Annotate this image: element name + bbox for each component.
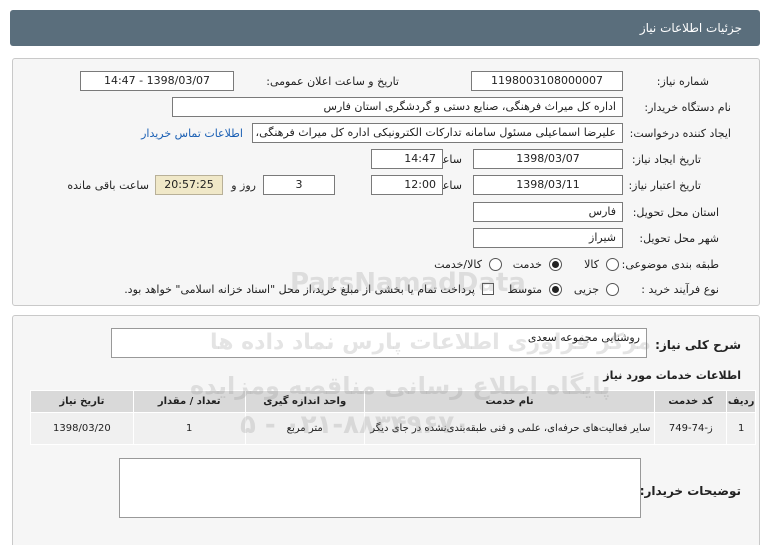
services-table: ردیف کد خدمت نام خدمت واحد اندازه گیری ت…	[30, 390, 756, 445]
need-number-field[interactable]: 1198003108000007	[471, 71, 623, 91]
city-field[interactable]: شیراز	[473, 228, 623, 248]
page-header: جزئیات اطلاعات نیاز	[10, 10, 760, 46]
summary-field[interactable]: روشنایی مجموعه سعدی	[111, 328, 647, 358]
buyer-notes-field[interactable]	[119, 458, 641, 518]
treasury-payment-note: پرداخت تمام یا بخشی از مبلغ خرید،از محل …	[124, 283, 475, 296]
category-goods-radio[interactable]	[606, 258, 619, 271]
table-row: 1 ز-74-749 سایر فعالیت‌های حرفه‌ای، علمی…	[30, 412, 756, 445]
category-goods-service-label: کالا/خدمت	[434, 258, 482, 271]
process-minor-radio[interactable]	[606, 283, 619, 296]
created-date-label: تاریخ ایجاد نیاز:	[631, 153, 701, 166]
buyer-notes-label: توضیحات خریدار:	[639, 484, 741, 498]
summary-label: شرح کلی نیاز:	[655, 338, 741, 352]
category-goods-label: کالا	[584, 258, 599, 271]
services-title: اطلاعات خدمات مورد نیاز	[603, 369, 741, 382]
col-row-header: ردیف	[726, 390, 756, 413]
days-remaining-field[interactable]: 3	[263, 175, 335, 195]
col-name-header: نام خدمت	[363, 390, 656, 413]
category-service-radio[interactable]	[549, 258, 562, 271]
validity-time-field[interactable]: 12:00	[371, 175, 443, 195]
cell-row: 1	[726, 412, 756, 445]
days-label: روز و	[231, 179, 256, 192]
cell-code: ز-74-749	[654, 412, 728, 445]
cell-name: سایر فعالیت‌های حرفه‌ای، علمی و فنی طبقه…	[363, 412, 656, 445]
col-date-header: تاریخ نیاز	[30, 390, 134, 413]
buyer-org-field[interactable]: اداره کل میراث فرهنگی، صنایع دستی و گردش…	[172, 97, 623, 117]
need-details-panel: شرح کلی نیاز: روشنایی مجموعه سعدی اطلاعا…	[12, 315, 760, 545]
city-label: شهر محل تحویل:	[639, 232, 719, 245]
created-date-field[interactable]: 1398/03/07	[473, 149, 623, 169]
cell-qty: 1	[132, 412, 246, 445]
announce-label: تاریخ و ساعت اعلان عمومی:	[266, 75, 399, 88]
category-goods-service-radio[interactable]	[489, 258, 502, 271]
buyer-org-label: نام دستگاه خریدار:	[644, 101, 731, 114]
cell-date: 1398/03/20	[30, 412, 134, 445]
need-info-panel: شماره نیاز: 1198003108000007 تاریخ و ساع…	[12, 58, 760, 306]
creator-field[interactable]: علیرضا اسماعیلی مسئول سامانه تدارکات الک…	[252, 123, 623, 143]
validity-label: تاریخ اعتبار نیاز:	[628, 179, 701, 192]
need-number-label: شماره نیاز:	[656, 75, 709, 88]
province-label: استان محل تحویل:	[632, 206, 719, 219]
cell-unit: متر مربع	[244, 412, 365, 445]
validity-date-field[interactable]: 1398/03/11	[473, 175, 623, 195]
category-service-label: خدمت	[512, 258, 542, 271]
page-title: جزئیات اطلاعات نیاز	[639, 21, 742, 35]
process-medium-radio[interactable]	[549, 283, 562, 296]
process-label: نوع فرآیند خرید :	[641, 283, 719, 296]
remaining-label: ساعت باقی مانده	[67, 179, 149, 192]
announce-datetime-field[interactable]: 1398/03/07 - 14:47	[80, 71, 234, 91]
col-qty-header: تعداد / مقدار	[132, 390, 246, 413]
col-unit-header: واحد اندازه گیری	[244, 390, 365, 413]
province-field[interactable]: فارس	[473, 202, 623, 222]
category-label: طبقه بندی موضوعی:	[621, 258, 719, 271]
services-table-header: ردیف کد خدمت نام خدمت واحد اندازه گیری ت…	[30, 390, 756, 413]
creator-label: ایجاد کننده درخواست:	[629, 127, 731, 140]
remaining-time-field: 20:57:25	[155, 175, 223, 195]
col-code-header: کد خدمت	[654, 390, 728, 413]
process-minor-label: جزیی	[573, 283, 599, 296]
created-time-field[interactable]: 14:47	[371, 149, 443, 169]
buyer-contact-link[interactable]: اطلاعات تماس خریدار	[141, 127, 243, 140]
process-medium-label: متوسط	[507, 283, 542, 296]
treasury-payment-checkbox[interactable]	[482, 283, 494, 295]
